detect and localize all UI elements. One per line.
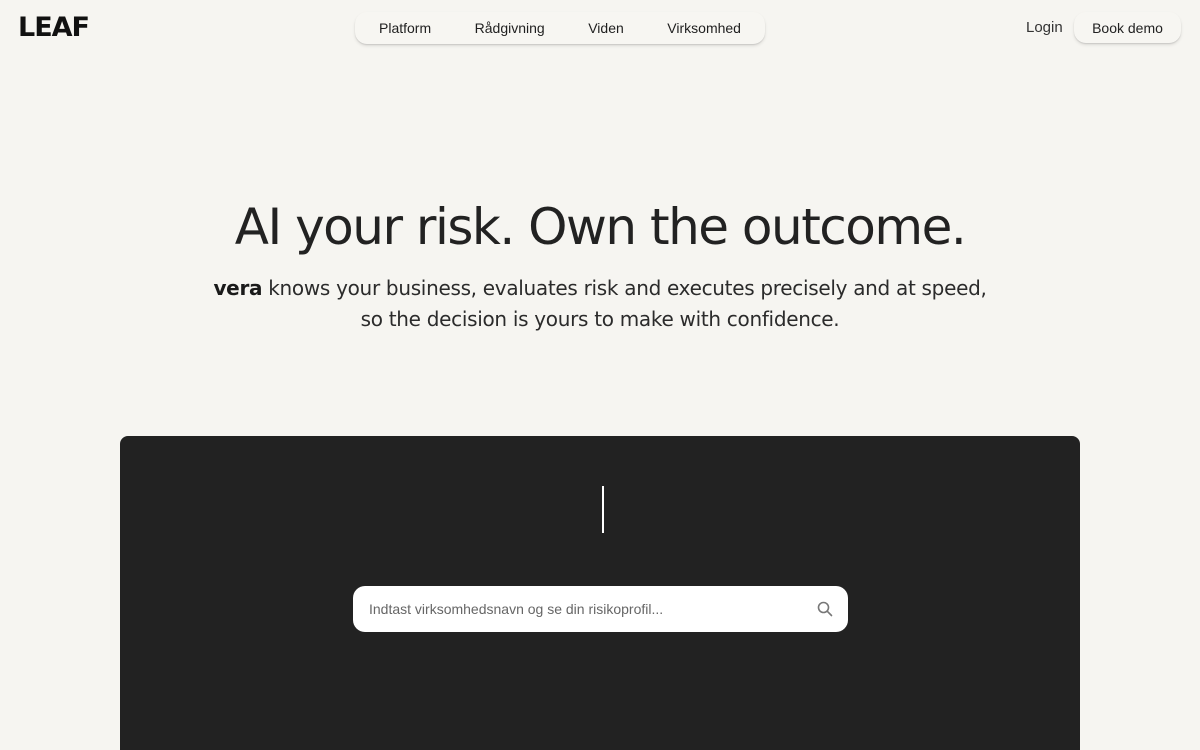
nav-item-platform[interactable]: Platform — [379, 20, 431, 36]
search-icon[interactable] — [816, 600, 834, 618]
demo-panel — [120, 436, 1080, 750]
subtitle-line-2: so the decision is yours to make with co… — [360, 307, 840, 331]
login-link[interactable]: Login — [1026, 19, 1063, 36]
text-cursor — [602, 486, 604, 533]
main-nav: Platform Rådgivning Viden Virksomhed — [355, 12, 765, 44]
nav-item-radgivning[interactable]: Rådgivning — [475, 20, 545, 36]
risk-search-box[interactable] — [353, 586, 848, 632]
hero-title: AI your risk. Own the outcome. — [234, 198, 967, 256]
book-demo-button[interactable]: Book demo — [1074, 12, 1181, 43]
brand-name-vera: vera — [213, 276, 263, 300]
nav-item-virksomhed[interactable]: Virksomhed — [667, 20, 741, 36]
nav-item-viden[interactable]: Viden — [588, 20, 624, 36]
leaf-logo[interactable]: LEAF — [18, 14, 90, 41]
company-search-input[interactable] — [369, 601, 816, 617]
hero-subtitle: vera knows your business, evaluates risk… — [0, 273, 1200, 335]
subtitle-line-1: knows your business, evaluates risk and … — [262, 276, 987, 300]
